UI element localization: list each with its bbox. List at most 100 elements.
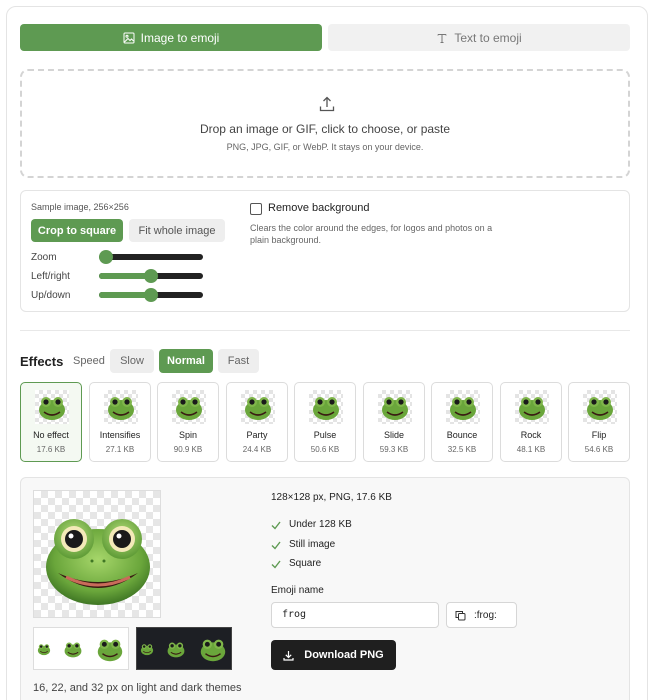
tab-label: Text to emoji <box>454 30 522 45</box>
frog-emoji-small <box>64 642 82 657</box>
text-icon <box>437 33 447 43</box>
effect-card-spin[interactable]: Spin 90.9 KB <box>157 382 219 462</box>
effect-card-no-effect[interactable]: No effect 17.6 KB <box>20 382 82 462</box>
speed-slow-button[interactable]: Slow <box>110 349 154 373</box>
frog-emoji-small <box>140 643 154 655</box>
copy-emoji-code-button[interactable]: :frog: <box>446 602 517 628</box>
up-down-slider[interactable] <box>99 288 203 302</box>
effect-card-party[interactable]: Party 24.4 KB <box>226 382 288 462</box>
effect-thumbnail <box>172 390 206 424</box>
tab-image-to-emoji[interactable]: Image to emoji <box>20 24 322 51</box>
image-icon <box>123 32 135 43</box>
themes-caption: 16, 22, and 32 px on light and dark them… <box>33 682 242 694</box>
slider-thumb[interactable] <box>144 288 158 302</box>
effect-name: Bounce <box>446 430 478 440</box>
speed-fast-button[interactable]: Fast <box>218 349 259 373</box>
effects-title: Effects <box>20 354 64 369</box>
frog-emoji-small <box>37 643 51 655</box>
emoji-name-input[interactable]: frog <box>271 602 439 628</box>
download-png-button[interactable]: Download PNG <box>271 640 396 670</box>
effect-size: 54.6 KB <box>584 445 614 454</box>
effect-size: 90.9 KB <box>173 445 203 454</box>
frog-emoji-thumb <box>39 397 65 420</box>
tab-text-to-emoji[interactable]: Text to emoji <box>328 24 630 51</box>
frog-emoji-thumb <box>108 397 134 420</box>
frog-emoji-thumb <box>176 397 202 420</box>
up-down-label: Up/down <box>31 290 71 301</box>
effect-name: Intensifies <box>99 430 141 440</box>
download-label: Download PNG <box>304 649 384 661</box>
effect-name: Slide <box>383 430 404 440</box>
frog-emoji-thumb <box>382 397 408 420</box>
upload-icon <box>319 96 335 112</box>
remove-background-checkbox[interactable] <box>250 203 262 215</box>
output-info: 128×128 px, PNG, 17.6 KB <box>271 492 392 503</box>
zoom-label: Zoom <box>31 252 57 263</box>
effect-size: 48.1 KB <box>516 445 546 454</box>
effect-card-rock[interactable]: Rock 48.1 KB <box>500 382 562 462</box>
effect-thumbnail <box>241 390 275 424</box>
effect-size: 50.6 KB <box>310 445 340 454</box>
section-divider <box>20 330 630 331</box>
effect-name: No effect <box>33 430 69 440</box>
effect-size: 17.6 KB <box>36 445 66 454</box>
dropzone-title: Drop an image or GIF, click to choose, o… <box>199 122 451 136</box>
frog-emoji-small <box>200 639 226 661</box>
upload-dropzone[interactable]: Drop an image or GIF, click to choose, o… <box>20 69 630 178</box>
effect-card-bounce[interactable]: Bounce 32.5 KB <box>431 382 493 462</box>
effect-name: Spin <box>178 430 197 440</box>
crop-to-square-button[interactable]: Crop to square <box>31 219 123 242</box>
effect-size: 59.3 KB <box>379 445 409 454</box>
fit-whole-image-button[interactable]: Fit whole image <box>129 219 225 242</box>
speed-normal-button[interactable]: Normal <box>159 349 213 373</box>
sample-label: Sample image, 256×256 <box>31 202 129 212</box>
copy-icon <box>455 610 466 620</box>
effect-size: 32.5 KB <box>447 445 477 454</box>
effect-name: Rock <box>520 430 542 440</box>
check-label: Square <box>289 558 322 569</box>
remove-background-description: Clears the color around the edges, for l… <box>250 223 493 245</box>
effect-card-flip[interactable]: Flip 54.6 KB <box>568 382 630 462</box>
check-icon <box>271 560 281 569</box>
check-label: Still image <box>289 539 336 550</box>
slider-thumb[interactable] <box>144 269 158 283</box>
light-theme-preview <box>33 627 129 670</box>
speed-label: Speed <box>73 355 105 367</box>
check-icon <box>271 541 281 550</box>
effect-thumbnail <box>583 390 617 424</box>
effect-name: Party <box>246 430 268 440</box>
check-square: Square <box>271 558 321 569</box>
effect-card-intensifies[interactable]: Intensifies 27.1 KB <box>89 382 151 462</box>
emoji-name-label: Emoji name <box>271 585 324 596</box>
frog-emoji-small <box>97 639 123 661</box>
emoji-preview-large <box>33 490 161 618</box>
download-icon <box>283 650 294 661</box>
copy-label: :frog: <box>474 609 497 621</box>
frog-emoji-thumb <box>587 397 613 420</box>
zoom-slider[interactable] <box>99 250 203 264</box>
frog-emoji-thumb <box>450 397 476 420</box>
effect-name: Pulse <box>313 430 337 440</box>
effect-card-pulse[interactable]: Pulse 50.6 KB <box>294 382 356 462</box>
crop-panel: Sample image, 256×256 Crop to square Fit… <box>20 190 630 312</box>
effect-thumbnail <box>446 390 480 424</box>
effect-thumbnail <box>104 390 138 424</box>
slider-thumb[interactable] <box>99 250 113 264</box>
dropzone-subtitle: PNG, JPG, GIF, or WebP. It stays on your… <box>226 142 424 152</box>
effect-name: Flip <box>591 430 607 440</box>
check-under-128kb: Under 128 KB <box>271 519 352 530</box>
remove-background-label[interactable]: Remove background <box>268 202 370 214</box>
effect-size: 24.4 KB <box>242 445 272 454</box>
effect-card-slide[interactable]: Slide 59.3 KB <box>363 382 425 462</box>
frog-emoji-thumb <box>519 397 545 420</box>
left-right-slider[interactable] <box>99 269 203 283</box>
tab-label: Image to emoji <box>140 30 220 45</box>
effect-thumbnail <box>378 390 412 424</box>
frog-emoji-thumb <box>245 397 271 420</box>
dark-theme-preview <box>136 627 232 670</box>
effect-size: 27.1 KB <box>105 445 135 454</box>
check-icon <box>271 521 281 530</box>
effect-thumbnail <box>35 390 69 424</box>
effect-thumbnail <box>515 390 549 424</box>
check-label: Under 128 KB <box>289 519 352 530</box>
